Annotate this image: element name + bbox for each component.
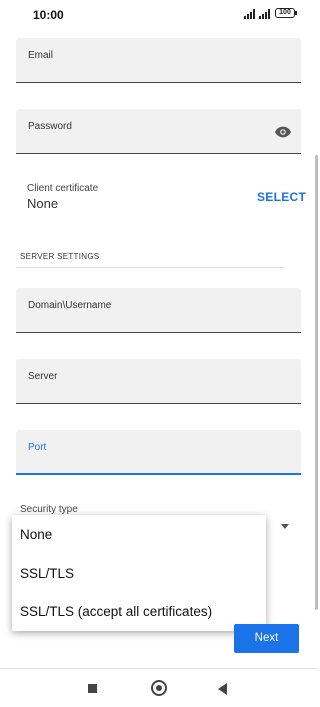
- domain-username-field[interactable]: Domain\Username: [16, 288, 301, 333]
- eye-icon[interactable]: [275, 126, 291, 138]
- square-nav-icon[interactable]: [88, 684, 97, 693]
- back-nav-icon[interactable]: [218, 683, 227, 695]
- signal-icon-2: [259, 9, 273, 19]
- client-certificate-value: None: [27, 196, 59, 211]
- server-settings-title: SERVER SETTINGS: [20, 252, 100, 261]
- scrollbar[interactable]: [315, 155, 318, 610]
- battery-icon: 100: [275, 8, 297, 18]
- email-label: Email: [28, 50, 54, 61]
- status-bar: 10:00 100: [0, 0, 318, 28]
- security-type-label: Security type: [20, 504, 78, 515]
- home-nav-icon[interactable]: [151, 680, 167, 696]
- menu-item-ssl-tls-accept-all[interactable]: SSL/TLS (accept all certificates): [20, 604, 212, 619]
- section-divider: [16, 267, 284, 268]
- next-button[interactable]: Next: [234, 624, 299, 653]
- server-field[interactable]: Server: [16, 359, 301, 404]
- navigation-bar: [0, 668, 318, 707]
- email-field[interactable]: Email: [16, 38, 301, 83]
- status-time: 10:00: [33, 8, 64, 22]
- dropdown-arrow-icon[interactable]: [281, 524, 289, 529]
- signal-icon: [244, 9, 258, 19]
- menu-item-none[interactable]: None: [20, 527, 52, 542]
- port-label: Port: [28, 442, 47, 453]
- password-field[interactable]: Password: [16, 109, 301, 154]
- menu-item-ssl-tls[interactable]: SSL/TLS: [20, 566, 74, 581]
- server-label: Server: [28, 371, 58, 382]
- client-certificate-label: Client certificate: [27, 183, 99, 194]
- domain-username-label: Domain\Username: [28, 300, 112, 311]
- security-type-menu: None SSL/TLS SSL/TLS (accept all certifi…: [12, 515, 266, 631]
- port-field[interactable]: Port: [16, 430, 301, 475]
- select-certificate-button[interactable]: SELECT: [257, 190, 306, 204]
- password-label: Password: [28, 121, 72, 132]
